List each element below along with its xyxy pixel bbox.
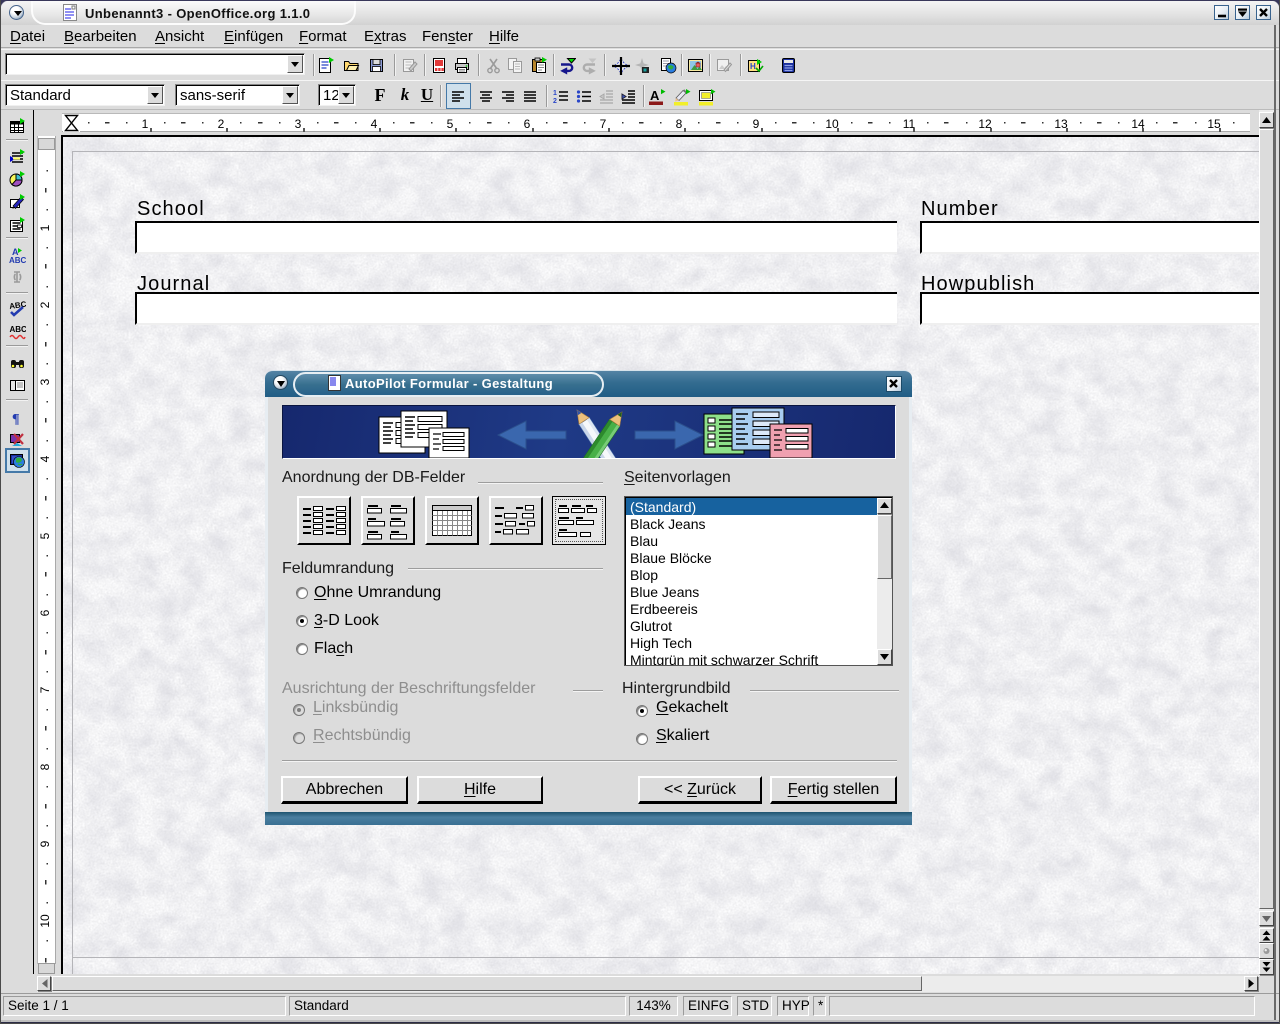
svg-text:2: 2 bbox=[218, 117, 225, 131]
svg-text:4: 4 bbox=[38, 455, 52, 462]
svg-text:7: 7 bbox=[600, 117, 607, 131]
svg-text:3: 3 bbox=[38, 378, 52, 385]
svg-text:3: 3 bbox=[295, 117, 302, 131]
svg-text:5: 5 bbox=[447, 117, 454, 131]
svg-text:12: 12 bbox=[978, 117, 992, 131]
svg-text:10: 10 bbox=[38, 914, 52, 928]
svg-text:6: 6 bbox=[38, 609, 52, 616]
svg-text:10: 10 bbox=[825, 117, 839, 131]
svg-text:A: A bbox=[650, 88, 660, 103]
svg-text:1: 1 bbox=[38, 224, 52, 231]
svg-text:2: 2 bbox=[553, 98, 557, 105]
svg-text:9: 9 bbox=[38, 840, 52, 847]
svg-text:ABC: ABC bbox=[9, 300, 26, 311]
svg-text:1: 1 bbox=[553, 90, 557, 97]
svg-text:7: 7 bbox=[38, 686, 52, 693]
svg-text:13: 13 bbox=[1054, 117, 1068, 131]
svg-text:6: 6 bbox=[524, 117, 531, 131]
svg-text:2: 2 bbox=[38, 301, 52, 308]
svg-text:H: H bbox=[750, 62, 756, 71]
svg-text:4: 4 bbox=[371, 117, 378, 131]
svg-text:¶: ¶ bbox=[12, 412, 20, 426]
svg-text:ABC: ABC bbox=[9, 256, 26, 264]
svg-text:8: 8 bbox=[676, 117, 683, 131]
svg-text:ABC: ABC bbox=[10, 325, 27, 334]
svg-text:1: 1 bbox=[142, 117, 149, 131]
svg-text:9: 9 bbox=[753, 117, 760, 131]
svg-text:15: 15 bbox=[1207, 117, 1221, 131]
svg-text:8: 8 bbox=[38, 763, 52, 770]
svg-text:5: 5 bbox=[38, 532, 52, 539]
